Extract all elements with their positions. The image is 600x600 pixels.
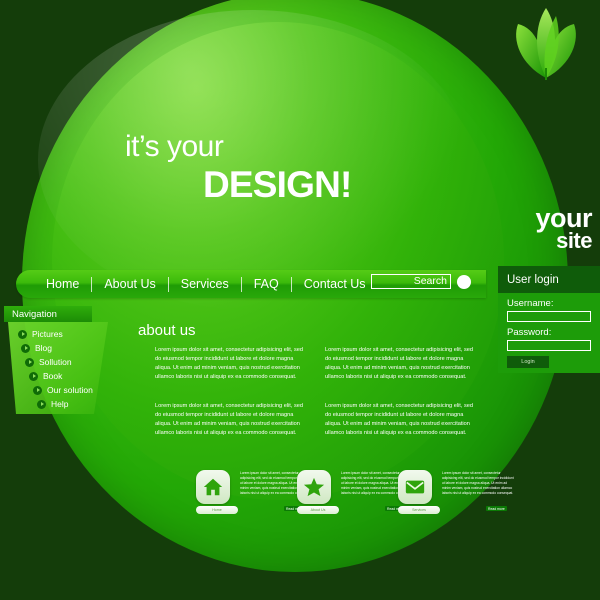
sidebar-item-blog[interactable]: Blog xyxy=(8,343,108,353)
password-field[interactable] xyxy=(507,340,591,351)
sidebar-item-label: Book xyxy=(43,371,63,381)
username-field[interactable] xyxy=(507,311,591,322)
sidebar-item-help[interactable]: Help xyxy=(8,399,108,409)
sidebar-item-book[interactable]: Book xyxy=(8,371,108,381)
sidebar-item-label: Pictures xyxy=(32,329,63,339)
menu-item-home[interactable]: Home xyxy=(34,277,91,291)
content-paragraph-left-1: Lorem ipsum dolor sit amet, consectetur … xyxy=(155,347,303,381)
hero-line-1: it’s your xyxy=(125,130,224,163)
content-paragraph-right-1: Lorem ipsum dolor sit amet, consectetur … xyxy=(325,347,473,381)
star-icon[interactable] xyxy=(297,470,331,504)
user-login-panel: Username: Password: Login xyxy=(498,293,600,373)
search-circle-icon[interactable] xyxy=(457,274,471,289)
arrow-bullet-icon xyxy=(29,371,38,381)
search-area: Search xyxy=(371,274,471,289)
page-stage: your site it’s your DESIGN! Home About U… xyxy=(0,0,600,600)
username-label: Username: xyxy=(507,298,554,309)
sidebar-item-our-solution[interactable]: Our solution xyxy=(8,385,108,395)
arrow-bullet-icon xyxy=(37,399,46,409)
sidebar-item-pictures[interactable]: Pictures xyxy=(8,329,108,339)
menu-items: Home About Us Services FAQ Contact Us xyxy=(16,276,378,292)
user-login-title: User login xyxy=(498,266,600,293)
sidebar-item-label: Sollution xyxy=(39,357,72,367)
main-navigation-bar: Home About Us Services FAQ Contact Us Se… xyxy=(16,270,486,298)
menu-item-faq[interactable]: FAQ xyxy=(242,277,291,291)
arrow-bullet-icon xyxy=(25,357,34,367)
arrow-bullet-icon xyxy=(33,385,42,395)
menu-item-about-us[interactable]: About Us xyxy=(92,277,167,291)
sidebar-item-sollution[interactable]: Sollution xyxy=(8,357,108,367)
feature-block-services: Services Lorem ipsum dolor sit amet, con… xyxy=(398,470,520,520)
arrow-bullet-icon xyxy=(18,329,27,339)
home-icon[interactable] xyxy=(196,470,230,504)
sidebar-item-label: Our solution xyxy=(47,385,93,395)
hero-line-2: DESIGN! xyxy=(203,164,352,205)
leaf-logo-icon xyxy=(500,4,592,82)
read-more-link[interactable]: Read more xyxy=(486,506,507,511)
sidebar-item-label: Blog xyxy=(35,343,53,353)
hero-heading: it’s your DESIGN! xyxy=(125,132,352,205)
arrow-bullet-icon xyxy=(21,343,30,353)
feature-label: Services xyxy=(398,506,440,514)
content-paragraph-left-2: Lorem ipsum dolor sit amet, consectetur … xyxy=(155,403,303,437)
envelope-icon[interactable] xyxy=(398,470,432,504)
page-title: about us xyxy=(138,322,196,339)
feature-text: Lorem ipsum dolor sit amet, consectetur … xyxy=(442,471,514,496)
sidebar-item-label: Help xyxy=(51,399,69,409)
search-input[interactable]: Search xyxy=(371,274,451,289)
navigation-title: Navigation xyxy=(4,306,92,322)
menu-item-services[interactable]: Services xyxy=(169,277,241,291)
password-label: Password: xyxy=(507,327,552,338)
content-paragraph-right-2: Lorem ipsum dolor sit amet, consectetur … xyxy=(325,403,473,437)
site-brand: your site xyxy=(535,205,592,253)
login-button[interactable]: Login xyxy=(507,356,549,368)
feature-label: About Us xyxy=(297,506,339,514)
navigation-panel: Pictures Blog Sollution Book Our solutio… xyxy=(8,322,108,414)
feature-label: Home xyxy=(196,506,238,514)
menu-item-contact-us[interactable]: Contact Us xyxy=(292,277,378,291)
brand-line-2: site xyxy=(556,227,592,253)
